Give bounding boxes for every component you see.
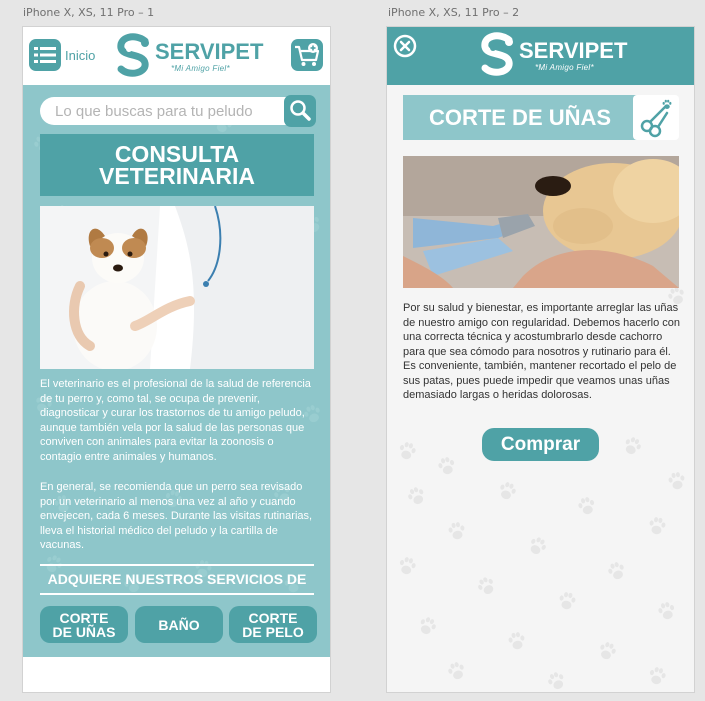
cart-button[interactable] <box>291 39 323 71</box>
page-title: CORTE DE UÑAS <box>403 95 637 140</box>
servipet-logo: SERVIPET *Mi Amigo Fiel* <box>479 32 627 78</box>
menu-icon <box>34 47 56 63</box>
menu-button[interactable] <box>29 39 61 71</box>
brand-name: SERVIPET <box>519 38 628 63</box>
brand-tagline: *Mi Amigo Fiel* <box>535 63 594 72</box>
corte-unas-paragraph: Por su salud y bienestar, es importante … <box>403 302 680 401</box>
service-label-line-1: CORTE <box>248 609 298 626</box>
artboard-2-title: iPhone X, XS, 11 Pro – 2 <box>388 6 520 19</box>
title-icon-box <box>633 95 679 140</box>
servipet-logo-icon <box>481 32 513 76</box>
service-bano-button[interactable]: BAÑO <box>135 606 223 643</box>
divider-top <box>40 564 314 566</box>
search-input[interactable] <box>40 97 280 125</box>
service-corte-pelo-button[interactable]: CORTE DE PELO <box>229 606 317 643</box>
page-title-banner: CONSULTA VETERINARIA <box>40 134 314 196</box>
artboard-corte-unas: SERVIPET *Mi Amigo Fiel* CORTE DE UÑAS P… <box>387 27 694 692</box>
service-label-line-2: DE PELO <box>242 623 304 640</box>
service-label-line-1: CORTE <box>59 609 109 626</box>
brand-name: SERVIPET <box>155 39 264 64</box>
vet-paragraph-2: En general, se recomienda que un perro s… <box>40 481 313 551</box>
search-button[interactable] <box>284 95 316 127</box>
vet-dog-photo <box>40 206 314 369</box>
services-title: ADQUIERE NUESTROS SERVICIOS DE <box>47 571 307 587</box>
cart-icon <box>295 43 320 66</box>
servipet-logo: SERVIPET *Mi Amigo Fiel* <box>115 33 263 79</box>
artboard-veterinaria: Inicio SERVIPET *Mi Amigo Fiel* Lo que b… <box>23 27 330 692</box>
service-label-line-1: BAÑO <box>158 616 200 633</box>
app-header: Inicio SERVIPET *Mi Amigo Fiel* <box>23 27 330 85</box>
banner-line-2: VETERINARIA <box>99 163 255 189</box>
service-label-line-2: DE UÑAS <box>52 623 116 640</box>
menu-label[interactable]: Inicio <box>65 48 95 63</box>
brand-tagline: *Mi Amigo Fiel* <box>171 64 230 73</box>
buy-button[interactable]: Comprar <box>482 428 599 461</box>
nail-trim-photo <box>403 156 679 288</box>
banner-line-1: CONSULTA <box>114 141 240 167</box>
close-icon <box>393 34 417 58</box>
artboard-1-title: iPhone X, XS, 11 Pro – 1 <box>23 6 155 19</box>
close-button[interactable] <box>393 34 417 58</box>
app-header: SERVIPET *Mi Amigo Fiel* <box>387 27 694 85</box>
vet-paragraph-1: El veterinario es el profesional de la s… <box>40 378 311 463</box>
service-corte-unas-button[interactable]: CORTE DE UÑAS <box>40 606 128 643</box>
servipet-logo-icon <box>117 33 149 77</box>
divider-bottom <box>40 593 314 595</box>
scissors-icon <box>640 99 672 138</box>
search-icon <box>290 100 311 121</box>
